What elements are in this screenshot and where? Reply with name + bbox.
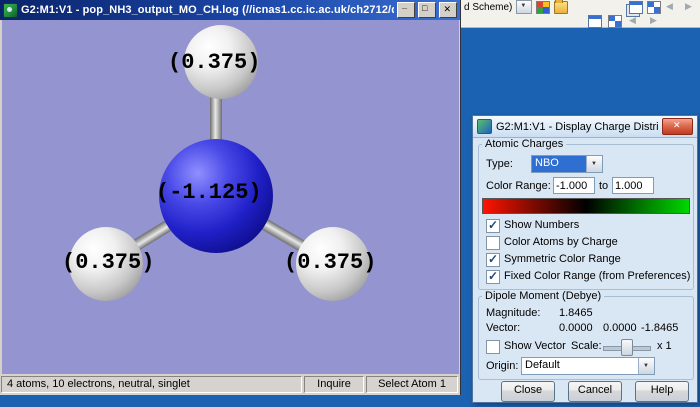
show-vector-checkbox[interactable] [486,340,500,354]
status-selection: Select Atom 1 [366,376,458,393]
new-view-icon[interactable] [588,15,602,28]
desktop: G2:M1:V1 - pop_NH3_output_MO_CH.log (//i… [0,0,700,407]
color-range-min-input[interactable] [553,177,595,194]
charge-label-h-top: (0.375) [168,50,260,75]
dialog-title: G2:M1:V1 - Display Charge Distribution [496,121,658,133]
help-button[interactable]: Help [635,381,689,402]
charge-type-dropdown-arrow[interactable] [586,156,602,172]
dialog-icon [477,119,492,134]
fixed-color-range-label: Fixed Color Range (from Preferences) [504,270,690,282]
close-window-button[interactable] [439,2,457,18]
charge-label-h-right: (0.375) [284,250,376,275]
close-button[interactable]: Close [501,381,555,402]
color-range-max-input[interactable] [612,177,654,194]
vector-z-value: -1.8465 [641,322,678,334]
scheme-combo-label: d Scheme) [464,2,512,13]
grid-view-icon[interactable] [608,15,622,28]
magnitude-value: 1.8465 [559,307,593,319]
minimize-button[interactable] [397,2,415,18]
show-vector-label: Show Vector [504,340,566,352]
forward-arrow-icon[interactable] [683,1,697,14]
magnitude-label: Magnitude: [486,307,540,319]
top-toolbar: d Scheme) [461,0,700,28]
molecule-window: G2:M1:V1 - pop_NH3_output_MO_CH.log (//i… [0,0,461,395]
origin-value: Default [522,358,638,374]
fixed-color-range-checkbox[interactable] [486,270,500,284]
charge-gradient-bar [482,198,690,214]
type-label: Type: [486,158,513,170]
charge-distribution-dialog: G2:M1:V1 - Display Charge Distribution A… [472,115,698,403]
symmetric-color-range-label: Symmetric Color Range [504,253,621,265]
scheme-dropdown-button[interactable] [516,0,532,14]
color-range-label: Color Range: [486,180,551,192]
symmetric-color-range-checkbox[interactable] [486,253,500,267]
scale-label: Scale: [571,340,602,352]
toolbar-row-2 [461,14,700,28]
show-numbers-checkbox[interactable] [486,219,500,233]
origin-label: Origin: [486,360,518,372]
toolbar-row-1: d Scheme) [461,0,700,14]
molecule-window-title: G2:M1:V1 - pop_NH3_output_MO_CH.log (//i… [21,4,394,16]
vector-label: Vector: [486,322,520,334]
charge-type-value: NBO [532,156,586,172]
charge-label-h-left: (0.375) [62,250,154,275]
cascade-windows-icon[interactable] [629,1,643,14]
vector-scale-slider-thumb[interactable] [621,339,633,356]
color-scheme-icon[interactable] [536,1,550,14]
color-atoms-by-charge-label: Color Atoms by Charge [504,236,618,248]
open-folder-icon[interactable] [554,1,568,14]
app-icon [3,3,18,18]
dialog-close-button[interactable] [662,118,693,135]
molecule-viewport[interactable]: (0.375) (-1.125) (0.375) (0.375) [2,20,459,374]
cancel-button[interactable]: Cancel [568,381,622,402]
molecule-window-titlebar[interactable]: G2:M1:V1 - pop_NH3_output_MO_CH.log (//i… [0,0,460,20]
back-arrow-icon[interactable] [665,1,679,14]
show-numbers-label: Show Numbers [504,219,579,231]
tile-windows-icon[interactable] [647,1,661,14]
previous-view-icon[interactable] [628,15,642,28]
color-range-to-label: to [599,180,608,192]
next-view-icon[interactable] [648,15,662,28]
vector-y-value: 0.0000 [603,322,637,334]
maximize-button[interactable] [418,2,436,18]
status-molecule-info: 4 atoms, 10 electrons, neutral, singlet [1,376,302,393]
status-bar: 4 atoms, 10 electrons, neutral, singlet … [0,374,459,395]
dipole-moment-group-label: Dipole Moment (Debye) [482,290,604,302]
color-atoms-by-charge-checkbox[interactable] [486,236,500,250]
status-mode: Inquire [304,376,364,393]
origin-select[interactable]: Default [521,357,655,375]
vector-x-value: 0.0000 [559,322,593,334]
charge-type-select[interactable]: NBO [531,155,603,173]
charge-label-nitrogen: (-1.125) [156,180,262,205]
dialog-titlebar[interactable]: G2:M1:V1 - Display Charge Distribution [473,116,697,138]
origin-dropdown-arrow[interactable] [638,358,654,374]
scale-value: x 1 [657,340,672,352]
atomic-charges-group-label: Atomic Charges [482,138,566,150]
